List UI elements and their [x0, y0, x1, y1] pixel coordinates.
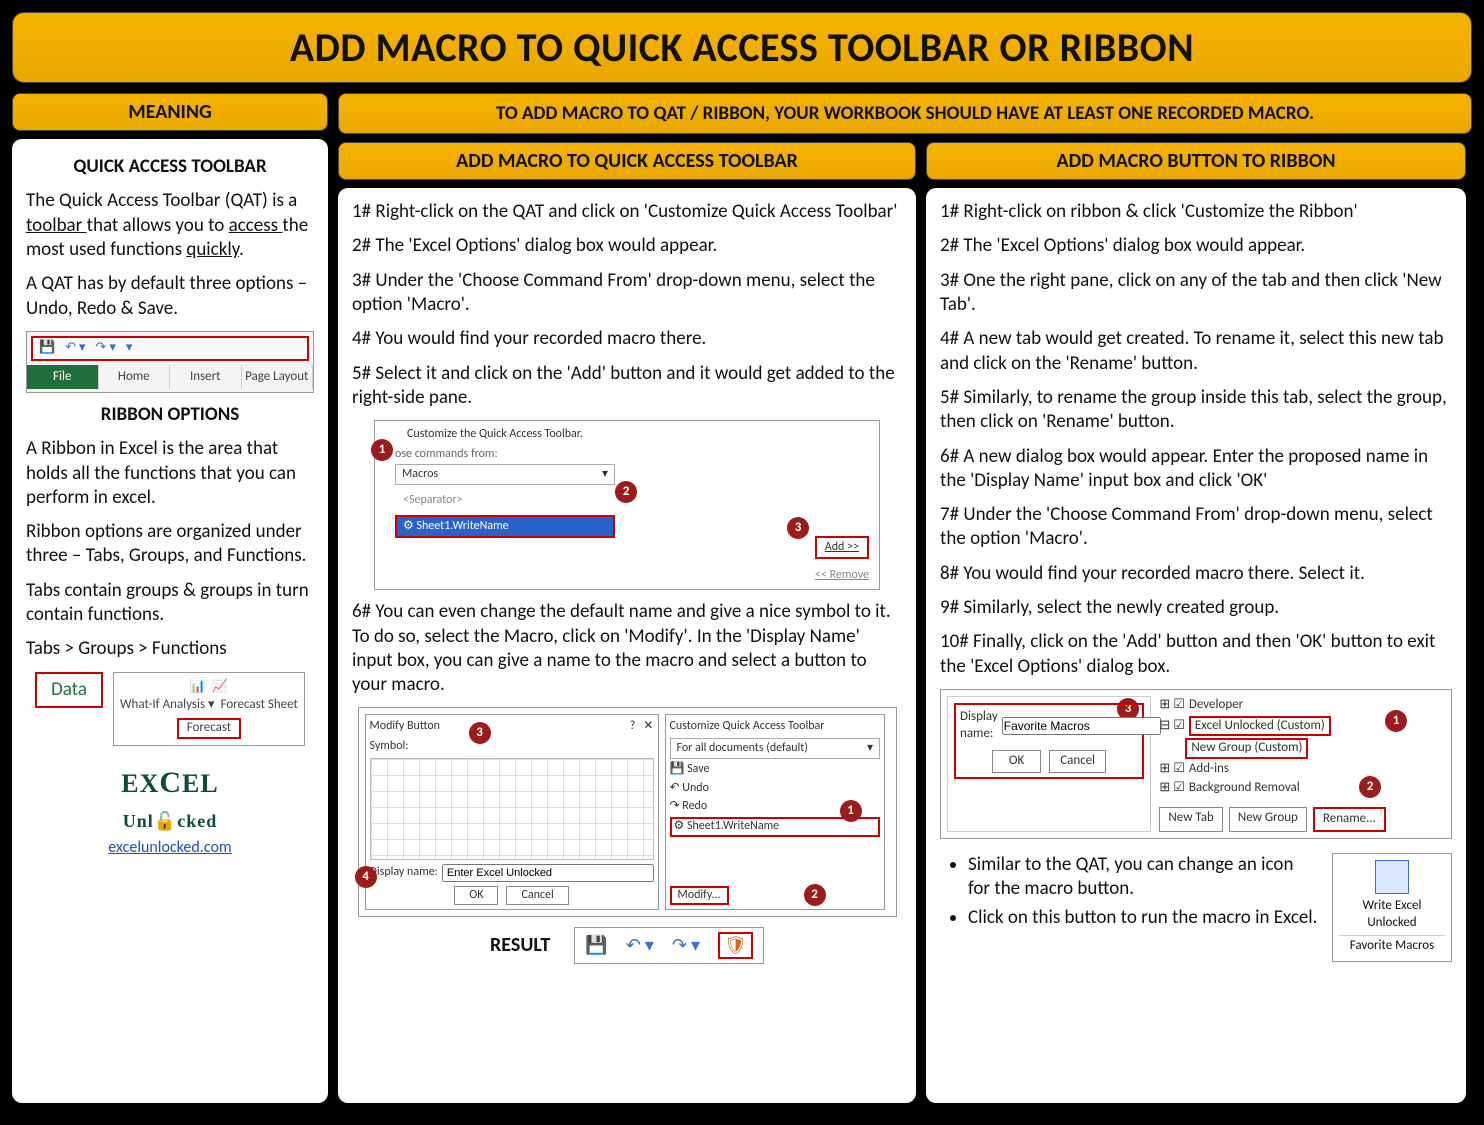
site-link[interactable]: excelunlocked.com: [108, 838, 231, 857]
badge-1: 1: [371, 439, 393, 461]
display-name-input: [442, 864, 654, 882]
rib-step-2: 2# The 'Excel Options' dialog box would …: [940, 234, 1452, 258]
result-label: RESULT: [490, 933, 550, 959]
undo-icon: ↶ ▾: [65, 340, 85, 357]
ribbon-steps-heading: ADD MACRO BUTTON TO RIBBON: [926, 142, 1466, 180]
rib-step-6: 6# A new dialog box would appear. Enter …: [940, 445, 1452, 494]
whatif-icon: 📊: [190, 679, 206, 696]
add-button: Add >>: [815, 536, 869, 559]
rib-step-1: 1# Right-click on ribbon & click 'Custom…: [940, 200, 1452, 224]
qat-step-6: 6# You can even change the default name …: [352, 600, 902, 697]
col-meaning: MEANING QUICK ACCESS TOOLBAR The Quick A…: [12, 93, 328, 1103]
rib-step-3: 3# One the right pane, click on any of t…: [940, 269, 1452, 318]
col-qat-steps: ADD MACRO TO QUICK ACCESS TOOLBAR 1# Rig…: [338, 142, 916, 1103]
ribbon-note-1: Similar to the QAT, you can change an ic…: [968, 853, 1318, 902]
result-row: RESULT 💾 ↶ ▾ ↷ ▾ 🛡: [352, 927, 902, 964]
file-tab: File: [27, 365, 99, 390]
qat-default: A QAT has by default three options – Und…: [26, 272, 314, 321]
rib-step-10: 10# Finally, click on the 'Add' button a…: [940, 630, 1452, 679]
ribbon-note-2: Click on this button to run the macro in…: [968, 906, 1318, 930]
undo-icon: ↶ ▾: [626, 934, 654, 957]
prereq-banner: TO ADD MACRO TO QAT / RIBBON, YOUR WORKB…: [338, 93, 1472, 134]
rib-step-5: 5# Similarly, to rename the group inside…: [940, 386, 1452, 435]
forecast-group: 📊 📈 What-If Analysis ▾ Forecast Sheet Fo…: [113, 672, 305, 746]
ribbon-heading: RIBBON OPTIONS: [26, 403, 314, 427]
insert-tab: Insert: [170, 365, 242, 390]
redo-icon: ↷ ▾: [96, 340, 116, 357]
qat-options-screenshot: 1 2 3 Customize the Quick Access Toolbar…: [374, 420, 880, 590]
meaning-heading: MEANING: [12, 93, 328, 131]
rib-step-9: 9# Similarly, select the newly created g…: [940, 596, 1452, 620]
badge-3: 3: [787, 517, 809, 539]
ribbon-p2: Ribbon options are organized under three…: [26, 520, 314, 569]
macro-icon: 🛡: [718, 932, 753, 959]
main-columns: MEANING QUICK ACCESS TOOLBAR The Quick A…: [12, 93, 1472, 1103]
data-tab: Data: [35, 672, 103, 708]
symbol-grid: [370, 758, 654, 860]
macro-tile-icon: [1375, 860, 1409, 894]
qat-step-3: 3# Under the 'Choose Command From' drop-…: [352, 269, 902, 318]
home-tab: Home: [99, 365, 171, 390]
meaning-body: QUICK ACCESS TOOLBAR The Quick Access To…: [12, 139, 328, 1103]
ribbon-p3: Tabs contain groups & groups in turn con…: [26, 579, 314, 628]
qat-step-2: 2# The 'Excel Options' dialog box would …: [352, 234, 902, 258]
ribbon-steps-body: 1# Right-click on ribbon & click 'Custom…: [926, 188, 1466, 1103]
modify-screenshot: 3 4 1 2 Modify Button? ✕ Symbol: Display…: [358, 707, 897, 917]
ribbon-p4: Tabs > Groups > Functions: [26, 637, 314, 661]
qat-heading: QUICK ACCESS TOOLBAR: [26, 155, 314, 179]
qat-dropdown-icon: ▾: [126, 340, 133, 357]
ribbon-notes: Similar to the QAT, you can change an ic…: [940, 853, 1318, 934]
qat-step-4: 4# You would find your recorded macro th…: [352, 327, 902, 351]
ribbon-screenshot: 1 2 3 Display name: OK Cancel: [940, 689, 1452, 839]
rib-step-7: 7# Under the 'Choose Command From' drop-…: [940, 503, 1452, 552]
qat-def: The Quick Access Toolbar (QAT) is a tool…: [26, 189, 314, 262]
forecast-icon: 📈: [212, 679, 228, 696]
col-ribbon-steps: ADD MACRO BUTTON TO RIBBON 1# Right-clic…: [926, 142, 1466, 1103]
qat-steps-heading: ADD MACRO TO QUICK ACCESS TOOLBAR: [338, 142, 916, 180]
rib-step-4: 4# A new tab would get created. To renam…: [940, 327, 1452, 376]
save-icon: 💾: [39, 340, 55, 357]
forecast-group-label: Forecast: [177, 718, 241, 739]
logo-block: EXCELUnl🔓cked excelunlocked.com: [26, 764, 314, 860]
page-title: ADD MACRO TO QUICK ACCESS TOOLBAR OR RIB…: [12, 12, 1472, 83]
remove-button: << Remove: [815, 568, 869, 583]
logo: EXCELUnl🔓cked: [26, 764, 314, 836]
save-icon: 💾: [585, 934, 607, 957]
qat-step-5: 5# Select it and click on the 'Add' butt…: [352, 362, 902, 411]
ribbon-p1: A Ribbon in Excel is the area that holds…: [26, 437, 314, 510]
qat-steps-body: 1# Right-click on the QAT and click on '…: [338, 188, 916, 1103]
redo-icon: ↷ ▾: [672, 934, 700, 957]
macro-tile: Write Excel Unlocked Favorite Macros: [1332, 853, 1452, 962]
rib-step-8: 8# You would find your recorded macro th…: [940, 562, 1452, 586]
layout-tab: Page Layout: [242, 365, 314, 390]
ribbon-example: Data 📊 📈 What-If Analysis ▾ Forecast She…: [26, 672, 314, 746]
qat-step-1: 1# Right-click on the QAT and click on '…: [352, 200, 902, 224]
result-qat: 💾 ↶ ▾ ↷ ▾ 🛡: [574, 927, 764, 964]
qat-screenshot: 💾 ↶ ▾ ↷ ▾ ▾ File Home Insert Page Layout: [26, 331, 314, 393]
